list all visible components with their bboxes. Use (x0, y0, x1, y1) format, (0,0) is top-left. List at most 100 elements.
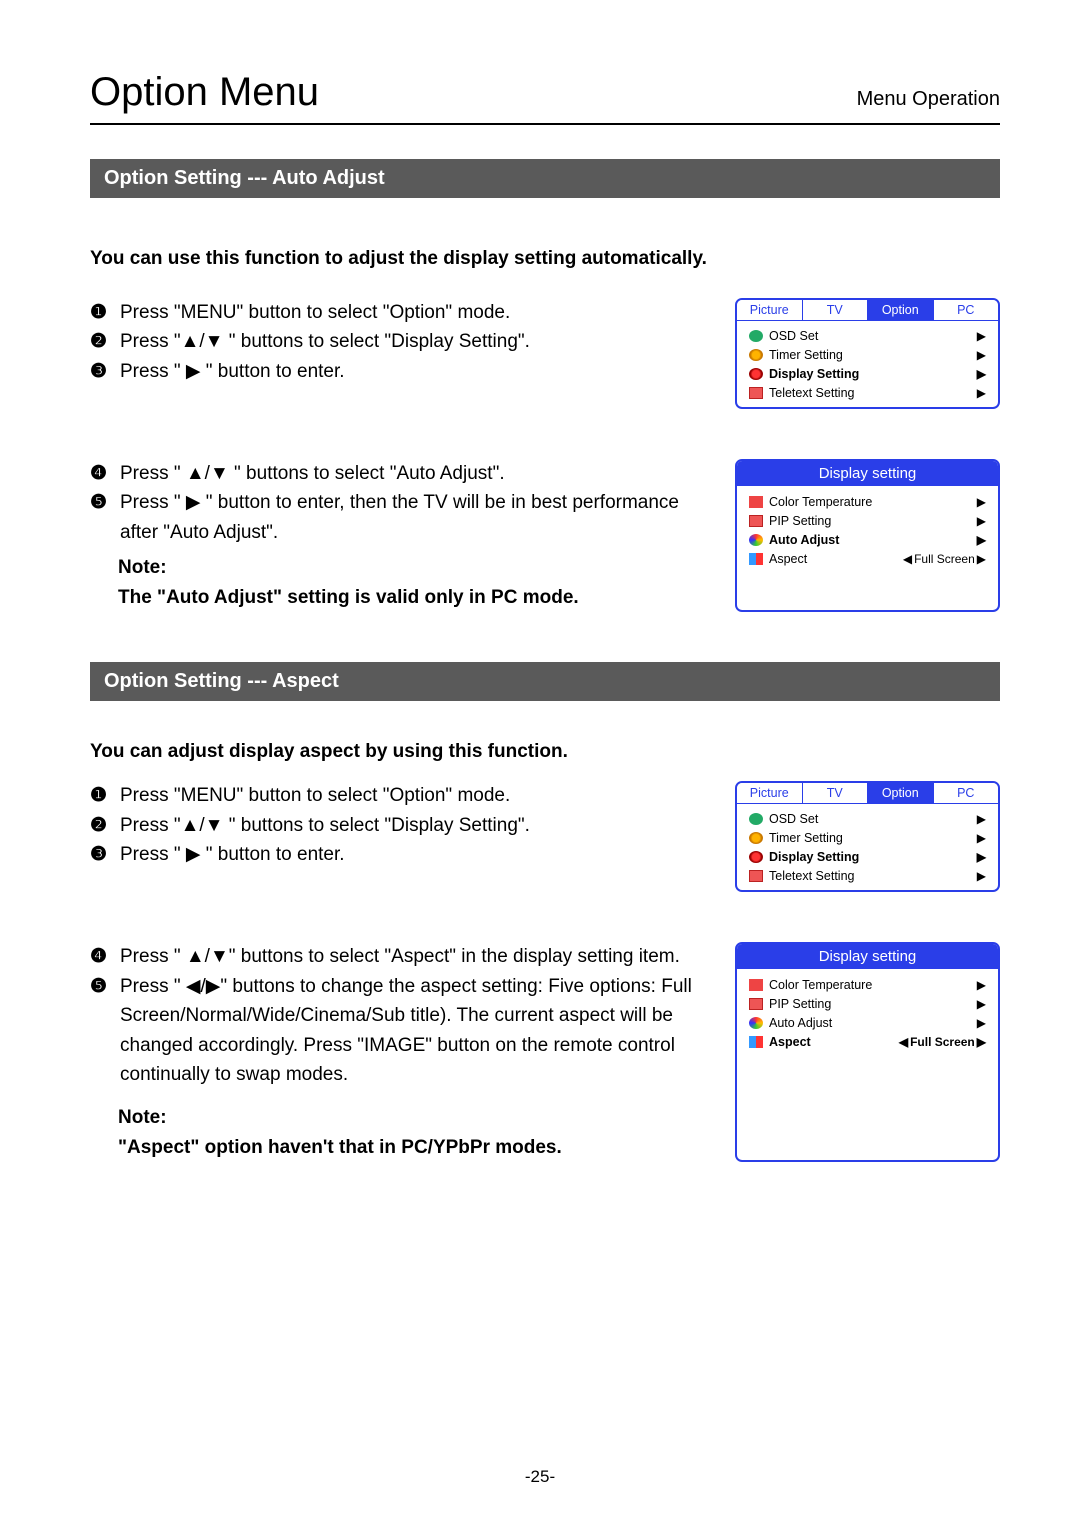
osd-item-label: Display Setting (769, 367, 971, 381)
step-item: ❺Press " ▶ " button to enter, then the T… (90, 488, 700, 547)
osd-item-label: OSD Set (769, 329, 971, 343)
chevron-right-icon: ▶ (977, 997, 986, 1011)
osd-item-label: Teletext Setting (769, 869, 971, 883)
page-title: Option Menu (90, 70, 319, 115)
osd-item: Display Setting▶ (745, 364, 990, 383)
osd-item-label: OSD Set (769, 812, 971, 826)
osd-main-menu: Picture TV Option PC OSD Set▶ Timer Sett… (735, 781, 1000, 892)
osd-item-label: Aspect (769, 552, 897, 566)
globe-icon (749, 368, 763, 380)
step-text: Press " ▶ " button to enter, then the TV… (120, 488, 700, 547)
osd-item: Auto Adjust ▶ (745, 530, 990, 549)
chevron-right-icon: ▶ (977, 533, 986, 547)
osd-item-label: PIP Setting (769, 997, 971, 1011)
section-heading-aspect: Option Setting --- Aspect (90, 662, 1000, 701)
osd-item: Timer Setting▶ (745, 828, 990, 847)
osd-tab-option: Option (868, 783, 934, 803)
osd-item: PIP Setting ▶ (745, 994, 990, 1013)
page-subtitle: Menu Operation (857, 88, 1000, 111)
osd-item: Teletext Setting ▶ (745, 866, 990, 885)
step-item: ❶Press "MENU" button to select "Option" … (90, 298, 700, 327)
chevron-right-icon: ▶ (977, 978, 986, 992)
pip-icon (749, 515, 763, 527)
osd-tab-pc: PC (934, 783, 999, 803)
chevron-right-icon: ▶ (977, 1035, 986, 1049)
step-item: ❶Press "MENU" button to select "Option" … (90, 781, 700, 810)
osd-item: Auto Adjust ▶ (745, 1013, 990, 1032)
osd-item-label: Color Temperature (769, 978, 971, 992)
osd-item: Aspect◀Full Screen▶ (745, 1032, 990, 1051)
note-text: "Aspect" option haven't that in PC/YPbPr… (90, 1133, 700, 1162)
osd-value-text: Full Screen (914, 552, 975, 566)
aspect-icon (749, 553, 763, 565)
chevron-right-icon: ▶ (977, 348, 986, 362)
page-header: Option Menu Menu Operation (90, 70, 1000, 125)
step-text: Press " ▶ " button to enter. (120, 357, 345, 386)
osd-item-label: Display Setting (769, 850, 971, 864)
note-label: Note: (90, 1103, 700, 1132)
step-item: ❸Press " ▶ " button to enter. (90, 840, 700, 869)
chevron-right-icon: ▶ (977, 386, 986, 400)
teletext-icon (749, 387, 763, 399)
steps-block: ❹Press " ▲/▼ " buttons to select "Auto A… (90, 459, 700, 612)
display-icon (749, 979, 763, 991)
osd-value-text: Full Screen (910, 1035, 975, 1049)
clock-icon (749, 832, 763, 844)
page-number: -25- (0, 1467, 1080, 1487)
osd-tab-tv: TV (803, 783, 869, 803)
chevron-right-icon: ▶ (977, 812, 986, 826)
osd-submenu-title: Display setting (737, 461, 998, 486)
chevron-left-icon: ◀ (903, 552, 912, 566)
osd-submenu-display-setting: Display setting Color Temperature ▶ PIP S… (735, 459, 1000, 612)
steps-block: ❶Press "MENU" button to select "Option" … (90, 781, 700, 892)
teletext-icon (749, 870, 763, 882)
pip-icon (749, 998, 763, 1010)
chevron-right-icon: ▶ (977, 869, 986, 883)
osd-tab-option: Option (868, 300, 934, 320)
osd-item-label: PIP Setting (769, 514, 971, 528)
step-item: ❺Press " ◀/▶" buttons to change the aspe… (90, 972, 700, 1090)
section-heading-auto-adjust: Option Setting --- Auto Adjust (90, 159, 1000, 198)
chevron-right-icon: ▶ (977, 329, 986, 343)
osd-item: OSD Set ▶ (745, 326, 990, 345)
auto-adjust-icon (749, 1017, 763, 1029)
gear-icon (749, 330, 763, 342)
step-item: ❹Press " ▲/▼ " buttons to select "Auto A… (90, 459, 700, 488)
globe-icon (749, 851, 763, 863)
osd-item: Color Temperature ▶ (745, 975, 990, 994)
osd-item: Display Setting ▶ (745, 847, 990, 866)
osd-item: Timer Setting ▶ (745, 345, 990, 364)
note-label: Note: (90, 553, 700, 582)
osd-main-menu: Picture TV Option PC OSD Set▶ Timer Sett… (735, 298, 1000, 409)
osd-item: PIP Setting ▶ (745, 511, 990, 530)
osd-tab-pc: PC (934, 300, 999, 320)
osd-item-label: Auto Adjust (769, 1016, 971, 1030)
section-intro: You can use this function to adjust the … (90, 248, 1000, 270)
steps-block: ❶Press "MENU" button to select "Option" … (90, 298, 700, 409)
step-item: ❹Press " ▲/▼" buttons to select "Aspect"… (90, 942, 700, 971)
step-text: Press " ▲/▼" buttons to select "Aspect" … (120, 942, 680, 971)
display-icon (749, 496, 763, 508)
section-intro: You can adjust display aspect by using t… (90, 741, 1000, 763)
gear-icon (749, 813, 763, 825)
chevron-right-icon: ▶ (977, 514, 986, 528)
osd-item-label: Teletext Setting (769, 386, 971, 400)
chevron-right-icon: ▶ (977, 495, 986, 509)
osd-tab-tv: TV (803, 300, 869, 320)
osd-item-label: Timer Setting (769, 348, 971, 362)
note-text: The "Auto Adjust" setting is valid only … (90, 583, 700, 612)
chevron-right-icon: ▶ (977, 552, 986, 566)
clock-icon (749, 349, 763, 361)
chevron-right-icon: ▶ (977, 1016, 986, 1030)
chevron-right-icon: ▶ (977, 850, 986, 864)
osd-item-value: ◀Full Screen▶ (899, 1035, 986, 1049)
step-item: ❷Press "▲/▼ " buttons to select "Display… (90, 327, 700, 356)
osd-item: OSD Set ▶ (745, 809, 990, 828)
step-text: Press "▲/▼ " buttons to select "Display … (120, 327, 530, 356)
osd-item-value: ◀Full Screen▶ (903, 552, 986, 566)
step-text: Press "MENU" button to select "Option" m… (120, 781, 510, 810)
osd-item-label: Auto Adjust (769, 533, 971, 547)
osd-item: Aspect ◀Full Screen▶ (745, 549, 990, 568)
steps-block: ❹Press " ▲/▼" buttons to select "Aspect"… (90, 942, 700, 1162)
osd-item-label: Color Temperature (769, 495, 971, 509)
